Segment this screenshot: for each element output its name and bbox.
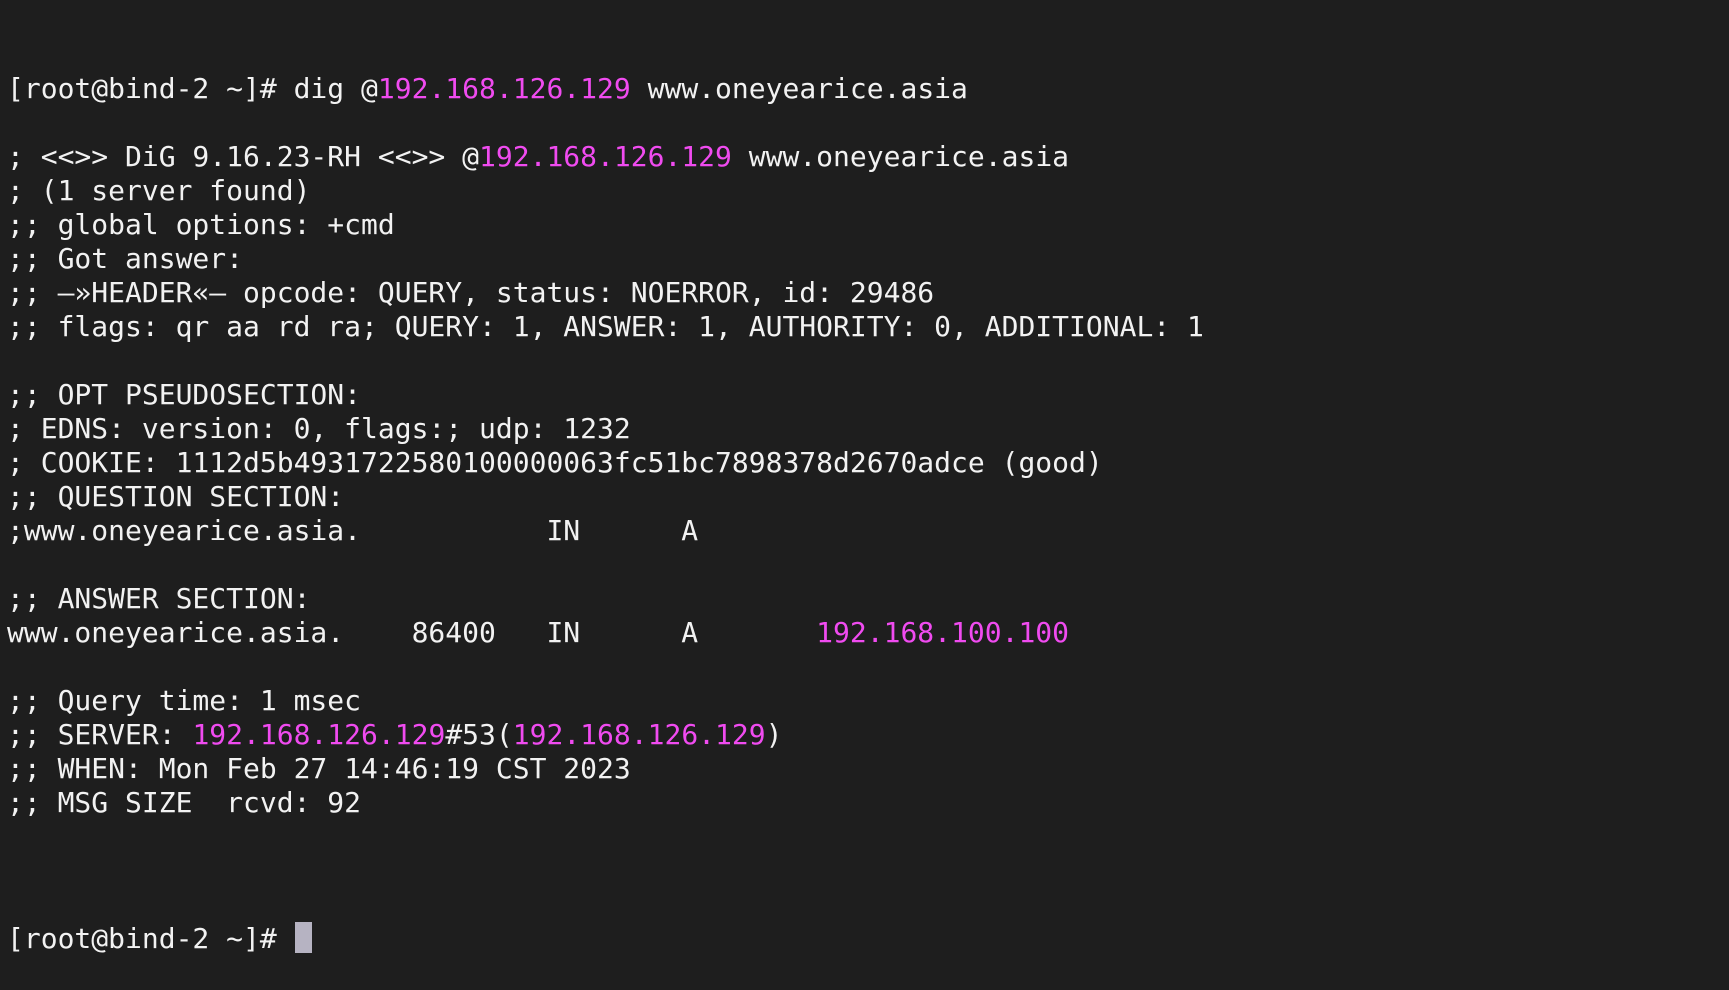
output-text: #53( [445, 718, 513, 751]
output-text: [root@bind-2 ~]# dig @ [7, 72, 378, 105]
output-line: ;; SERVER: 192.168.126.129#53(192.168.12… [7, 718, 1729, 752]
output-line: www.oneyearice.asia. 86400 IN A 192.168.… [7, 616, 1729, 650]
output-text: ;; flags: qr aa rd ra; QUERY: 1, ANSWER:… [7, 310, 1204, 343]
output-line: ;; Query time: 1 msec [7, 684, 1729, 718]
output-line: ;; OPT PSEUDOSECTION: [7, 378, 1729, 412]
output-line: ;www.oneyearice.asia. IN A [7, 514, 1729, 548]
terminal-window[interactable]: [root@bind-2 ~]# dig @192.168.126.129 ww… [0, 0, 1729, 955]
output-text: ;; MSG SIZE rcvd: 92 [7, 786, 362, 819]
output-line: ;; WHEN: Mon Feb 27 14:46:19 CST 2023 [7, 752, 1729, 786]
output-text: ; COOKIE: 1112d5b4931722580100000063fc51… [7, 446, 1103, 479]
output-line: ;; ANSWER SECTION: [7, 582, 1729, 616]
ip-address-text: 192.168.126.129 [377, 72, 631, 105]
output-text: ;; ANSWER SECTION: [7, 582, 311, 615]
output-text: ;; WHEN: Mon Feb 27 14:46:19 CST 2023 [7, 752, 631, 785]
output-text: ;; —»HEADER«— opcode: QUERY, status: NOE… [7, 276, 935, 309]
output-text: ;; global options: +cmd [7, 208, 395, 241]
shell-prompt: [root@bind-2 ~]# [7, 922, 294, 955]
output-text: ; <<>> DiG 9.16.23-RH <<>> @ [7, 140, 480, 173]
ip-address-text: 192.168.100.100 [816, 616, 1070, 649]
output-text: ;; OPT PSEUDOSECTION: [7, 378, 362, 411]
output-text: ; (1 server found) [7, 174, 311, 207]
ip-address-text: 192.168.126.129 [192, 718, 446, 751]
output-line: ; (1 server found) [7, 174, 1729, 208]
output-line: ; EDNS: version: 0, flags:; udp: 1232 [7, 412, 1729, 446]
output-text: ;; QUESTION SECTION: [7, 480, 345, 513]
output-text: ; EDNS: version: 0, flags:; udp: 1232 [7, 412, 631, 445]
output-text: www.oneyearice.asia [630, 72, 968, 105]
output-line: ;; —»HEADER«— opcode: QUERY, status: NOE… [7, 276, 1729, 310]
output-line: ;; Got answer: [7, 242, 1729, 276]
output-text: www.oneyearice.asia [731, 140, 1070, 173]
output-line: ;; MSG SIZE rcvd: 92 [7, 786, 1729, 820]
output-text: ;; SERVER: [7, 718, 193, 751]
output-line: ;; flags: qr aa rd ra; QUERY: 1, ANSWER:… [7, 310, 1729, 344]
output-text: ) [765, 718, 783, 751]
output-text: ;www.oneyearice.asia. IN A [7, 514, 699, 547]
ip-address-text: 192.168.126.129 [512, 718, 766, 751]
output-line: ; COOKIE: 1112d5b4931722580100000063fc51… [7, 446, 1729, 480]
terminal-output: [root@bind-2 ~]# dig @192.168.126.129 ww… [7, 72, 1729, 854]
output-line: ;; global options: +cmd [7, 208, 1729, 242]
output-line: ; <<>> DiG 9.16.23-RH <<>> @192.168.126.… [7, 140, 1729, 174]
output-line: ;; QUESTION SECTION: [7, 480, 1729, 514]
text-cursor [294, 922, 312, 953]
output-text: www.oneyearice.asia. 86400 IN A [7, 616, 817, 649]
prompt-line[interactable]: [root@bind-2 ~]# [7, 922, 1729, 956]
output-line: [root@bind-2 ~]# dig @192.168.126.129 ww… [7, 72, 1729, 106]
ip-address-text: 192.168.126.129 [479, 140, 732, 173]
output-text: ;; Query time: 1 msec [7, 684, 362, 717]
output-text: ;; Got answer: [7, 242, 244, 275]
